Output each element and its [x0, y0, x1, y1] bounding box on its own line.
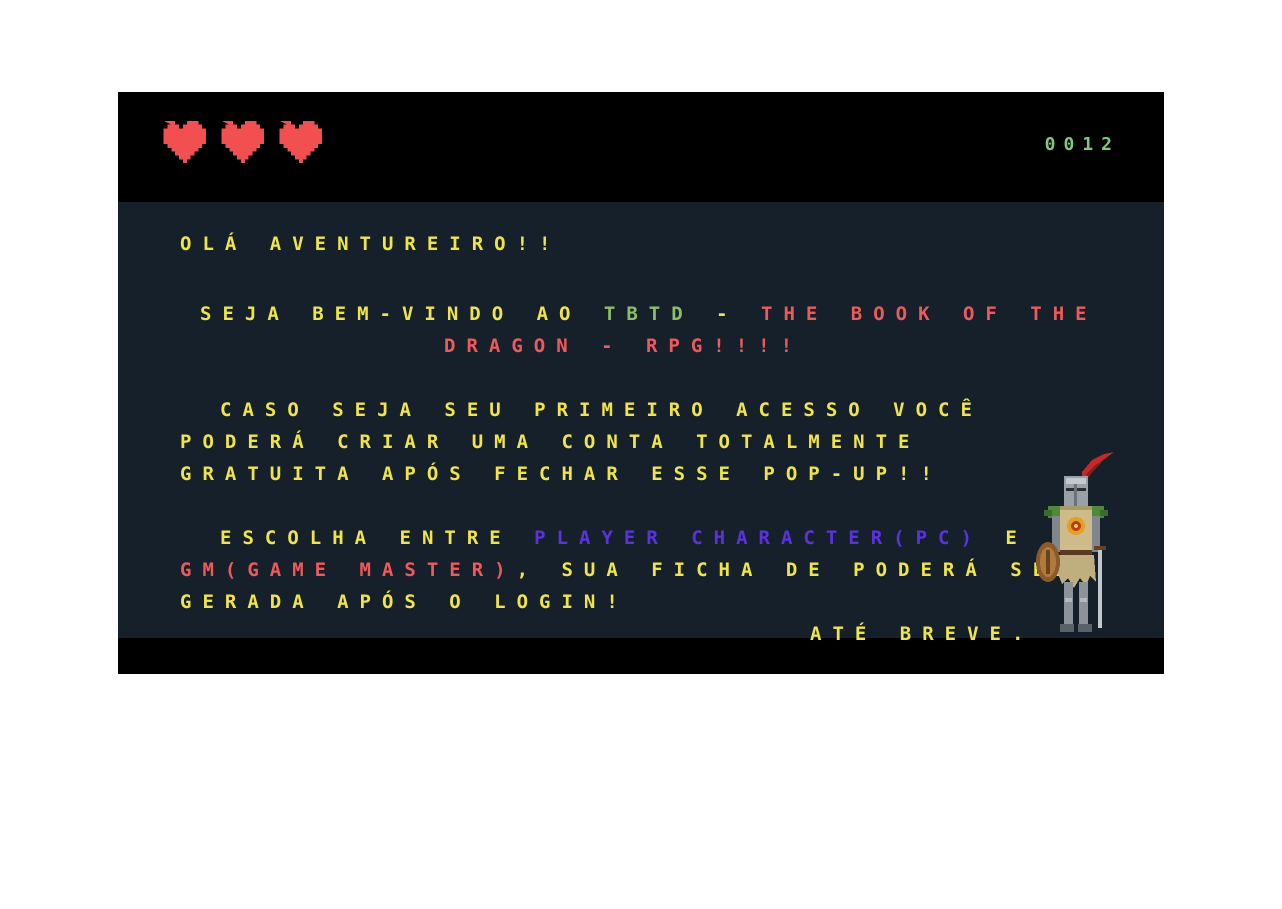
first-access-line-3: GRATUITA APÓS FECHAR ESSE POP-UP!! — [180, 463, 943, 485]
farewell-text: ATÉ BREVE. — [810, 623, 1035, 645]
choose-line-1: ESCOLHA ENTRE PLAYER CHARACTER(PC) E — [220, 527, 1028, 549]
choose-conjunction: E — [982, 527, 1028, 549]
game-title-part-2: DRAGON - RPG!!!! — [444, 335, 804, 357]
tbtd-label: TBTD — [603, 303, 694, 325]
welcome-dash: - — [693, 303, 761, 325]
heart-icon — [221, 120, 264, 164]
greeting-text: OLÁ AVENTUREIRO!! — [180, 233, 562, 255]
choose-line-3: GERADA APÓS O LOGIN! — [180, 591, 629, 613]
lives-container — [156, 120, 322, 164]
first-access-line-2: PODERÁ CRIAR UMA CONTA TOTALMENTE — [180, 431, 921, 453]
player-character-label: PLAYER CHARACTER(PC) — [534, 527, 983, 549]
first-access-line-1: CASO SEJA SEU PRIMEIRO ACESSO VOCÊ — [220, 399, 983, 421]
game-master-label: GM(GAME MASTER) — [180, 559, 517, 581]
welcome-popup: 0012 OLÁ AVENTUREIRO!! SEJA BEM-VINDO AO… — [118, 92, 1164, 674]
heart-icon — [163, 120, 206, 164]
heart-icon — [279, 120, 322, 164]
choose-suffix: , SUA FICHA DE PODERÁ SER — [516, 559, 1078, 581]
choose-line-2: GM(GAME MASTER), SUA FICHA DE PODERÁ SER — [180, 559, 1078, 581]
welcome-line-1: SEJA BEM-VINDO AO TBTD - THE BOOK OF THE — [200, 303, 1098, 325]
game-title-part-1: THE BOOK OF THE — [761, 303, 1098, 325]
knight-sprite — [1036, 452, 1114, 632]
score-counter: 0012 — [1044, 134, 1120, 155]
choose-prefix: ESCOLHA ENTRE — [220, 527, 535, 549]
welcome-prefix: SEJA BEM-VINDO AO — [200, 303, 604, 325]
hud-bar: 0012 — [118, 92, 1164, 202]
